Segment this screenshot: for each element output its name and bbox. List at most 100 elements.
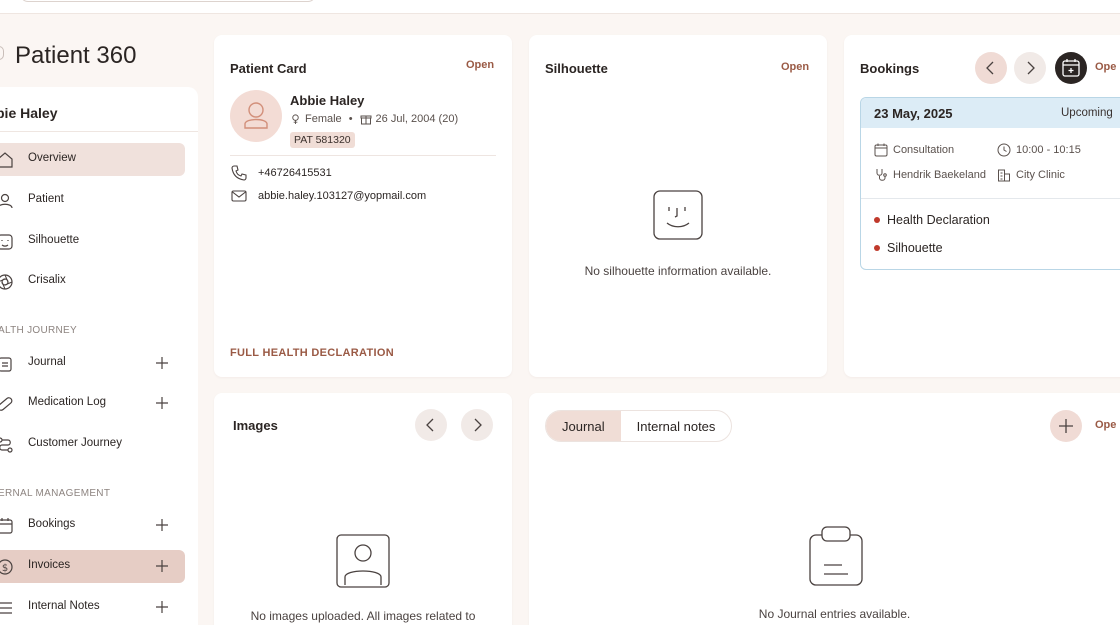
aperture-icon [0,274,13,290]
add-journal-icon[interactable] [154,355,170,371]
images-card: Images No images uploaded. All images re… [214,393,512,625]
patient-name: Abbie Haley [290,93,365,108]
add-booking-button[interactable] [1055,52,1087,84]
section-label-internal-management: ERNAL MANAGEMENT [0,488,111,499]
pill-icon [0,397,13,411]
add-invoice-icon[interactable] [154,558,170,574]
list-icon [0,602,12,614]
page-title: Patient 360 [15,42,137,69]
back-icon[interactable] [0,46,4,60]
add-internal-note-icon[interactable] [154,599,170,615]
bookings-prev-button[interactable] [975,52,1007,84]
images-next-button[interactable] [461,409,493,441]
images-prev-button[interactable] [415,409,447,441]
add-medication-icon[interactable] [154,395,170,411]
sidebar-divider [0,131,198,132]
booking-date: 23 May, 2025 [874,106,953,121]
user-icon [0,193,13,209]
patient-email[interactable]: abbie.haley.103127@yopmail.com [258,190,426,202]
sidebar-patient-name: bie Haley [0,105,58,121]
sidebar-item-overview[interactable]: Overview [0,143,185,176]
sidebar-item-label: Customer Journey [28,437,122,449]
patient-id-badge: PAT 581320 [290,132,355,148]
sidebar-item-label: Overview [28,152,76,164]
add-booking-icon[interactable] [154,517,170,533]
patient-card: Patient Card Open Abbie Haley Female • 2… [214,35,512,377]
chevron-right-icon [474,418,482,432]
sidebar-item-crisalix[interactable]: Crisalix [0,265,185,298]
card-divider [230,155,496,156]
booking-document[interactable]: Silhouette [887,241,943,255]
route-icon [0,437,13,453]
search-input[interactable] [20,0,316,2]
gender-female-icon [292,114,299,125]
card-title: Silhouette [545,61,608,76]
bookings-next-button[interactable] [1014,52,1046,84]
sidebar-item-label: Medication Log [28,396,106,408]
booking-status: Upcoming [1061,107,1113,119]
sidebar-item-medication-log[interactable]: Medication Log [0,387,185,420]
face-icon [0,234,13,250]
booking-divider [861,198,1120,199]
status-dot [874,245,880,251]
sidebar-item-silhouette[interactable]: Silhouette [0,225,185,258]
card-title: Bookings [860,61,920,76]
booking-time: 10:00 - 10:15 [1016,144,1081,156]
section-label-health-journey: ALTH JOURNEY [0,325,77,336]
journal-empty-text: No Journal entries available. [758,607,911,621]
full-health-declaration-link[interactable]: FULL HEALTH DECLARATION [230,347,394,359]
meta-separator: • [348,113,353,125]
patient-meta: Female • 26 Jul, 2004 (20) [290,113,458,125]
booking-header: 23 May, 2025 Upcoming [861,98,1120,128]
sidebar-item-journal[interactable]: Journal [0,347,185,380]
open-patient-card-link[interactable]: Open [466,59,494,71]
sidebar-item-customer-journey[interactable]: Customer Journey [0,428,185,461]
booking-location: City Clinic [1016,169,1065,181]
sidebar-item-label: Internal Notes [28,600,100,612]
booking-practitioner: Hendrik Baekeland [893,169,986,181]
patient-phone[interactable]: +46726415531 [258,167,332,179]
card-title: Patient Card [230,61,307,76]
sidebar-item-invoices[interactable]: $ Invoices [0,550,185,583]
open-silhouette-link[interactable]: Open [781,61,809,73]
images-empty-text: No images uploaded. All images related t… [250,609,476,623]
sidebar-item-patient[interactable]: Patient [0,184,185,217]
chevron-left-icon [986,61,994,75]
sidebar-item-label: Patient [28,193,64,205]
stethoscope-icon [876,169,887,181]
top-bar [0,0,1120,14]
home-icon [0,152,13,168]
silhouette-empty-text: No silhouette information available. [584,264,772,278]
open-journal-link[interactable]: Ope [1095,419,1116,431]
calendar-icon [874,143,888,157]
booking-type: Consultation [893,144,955,156]
sidebar-item-internal-notes[interactable]: Internal Notes [0,591,185,624]
silhouette-face-icon [653,190,703,240]
sidebar-item-label: Journal [28,356,66,368]
patient-dob: 26 Jul, 2004 (20) [375,113,459,125]
chevron-right-icon [1027,61,1035,75]
sidebar-item-label: Bookings [28,518,76,530]
add-journal-entry-button[interactable] [1050,410,1082,442]
booking-item[interactable]: 23 May, 2025 Upcoming Consultation 10:00… [860,97,1120,270]
status-dot [874,217,880,223]
patient-gender: Female [305,113,342,125]
tab-journal[interactable]: Journal [546,411,621,441]
sidebar-item-bookings[interactable]: Bookings [0,509,185,542]
sidebar: bie Haley Overview Patient Silhouette Cr… [0,87,198,625]
avatar-user-icon [244,102,268,129]
dollar-icon: $ [0,559,13,575]
image-placeholder-icon [336,534,390,588]
card-title: Images [233,418,278,433]
birthday-gift-icon [360,115,372,125]
open-bookings-link[interactable]: Ope [1095,61,1116,73]
chevron-left-icon [426,418,434,432]
plus-icon [1059,419,1073,433]
sidebar-item-label: Crisalix [28,274,66,286]
svg-text:$: $ [2,563,8,574]
silhouette-card: Silhouette Open No silhouette informatio… [529,35,827,377]
booking-document[interactable]: Health Declaration [887,213,990,227]
calendar-add-icon [1062,59,1080,77]
tab-internal-notes[interactable]: Internal notes [621,411,732,441]
clipboard-empty-icon [809,526,863,586]
